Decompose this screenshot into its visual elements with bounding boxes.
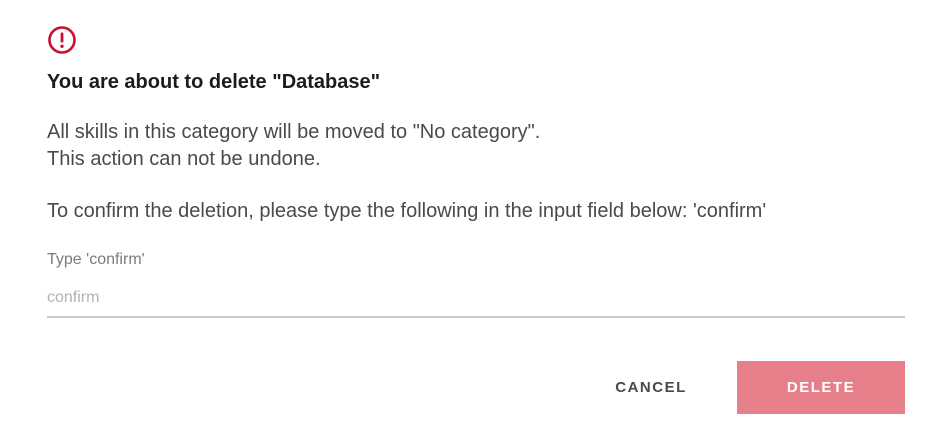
confirm-field-label: Type 'confirm': [47, 251, 145, 268]
confirm-input[interactable]: [47, 280, 905, 318]
delete-confirmation-dialog: You are about to delete "Database" All s…: [0, 0, 931, 437]
dialog-message-line2: This action can not be undone.: [47, 148, 321, 170]
dialog-instruction: To confirm the deletion, please type the…: [47, 200, 767, 222]
dialog-message-line1: All skills in this category will be move…: [47, 121, 541, 143]
dialog-title: You are about to delete "Database": [47, 71, 381, 93]
exclamation-circle-icon: [48, 26, 76, 54]
cancel-button[interactable]: CANCEL: [592, 361, 710, 414]
delete-button[interactable]: DELETE: [737, 361, 905, 414]
